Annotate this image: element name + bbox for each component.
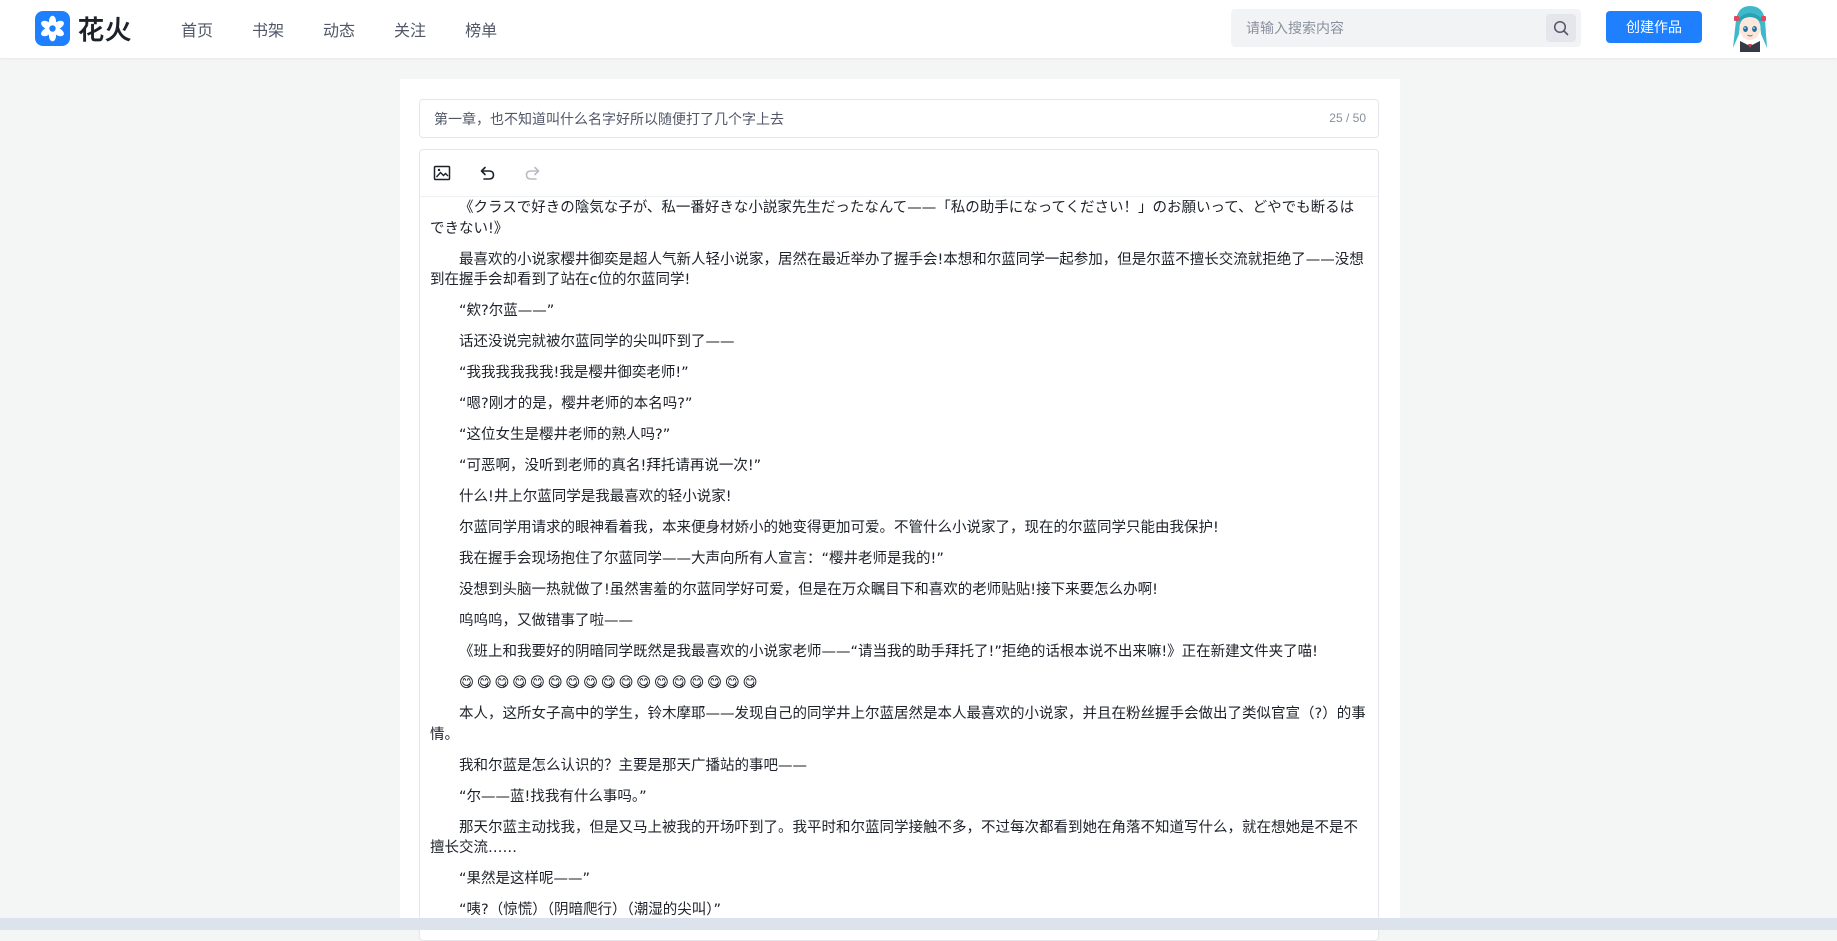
redo-icon <box>525 166 540 180</box>
emoji-paragraph: 😋😋😋😋😋😋😋😋😋😋😋😋😋😋😋😋😋 <box>459 675 761 691</box>
undo-icon <box>480 166 495 180</box>
create-work-button[interactable]: 创建作品 <box>1606 11 1702 43</box>
search-button[interactable] <box>1546 14 1576 42</box>
search-box <box>1231 9 1581 47</box>
window-bottom-edge <box>0 918 1837 930</box>
paragraph: 我在握手会现场抱住了尔蓝同学——大声向所有人宣言：“樱井老师是我的!” <box>459 551 944 567</box>
nav-feed[interactable]: 动态 <box>323 17 355 41</box>
paragraph: “我我我我我我!我是樱井御奕老师!” <box>459 365 689 381</box>
paragraph: “这位女生是樱井老师的熟人吗?” <box>459 427 671 443</box>
search-input[interactable] <box>1231 9 1546 47</box>
nav-following[interactable]: 关注 <box>394 17 426 41</box>
chapter-title-input[interactable] <box>420 100 1314 137</box>
paragraph: “果然是这样呢——” <box>459 871 591 887</box>
paragraph: 我和尔蓝是怎么认识的？主要是那天广播站的事吧—— <box>459 757 807 774</box>
paragraph: 本人，这所女子高中的学生，铃木摩耶——发现自己的同学井上尔蓝居然是本人最喜欢的小… <box>430 706 1366 743</box>
top-header: 花火 首页 书架 动态 关注 榜单 创建作品 <box>0 0 1837 58</box>
paragraph: 什么!井上尔蓝同学是我最喜欢的轻小说家! <box>459 489 732 505</box>
paragraph: “欸?尔蓝——” <box>459 303 555 319</box>
paragraph: 没想到头脑一热就做了!虽然害羞的尔蓝同学好可爱，但是在万众瞩目下和喜欢的老师贴贴… <box>459 582 1158 598</box>
paragraph: 呜呜呜，又做错事了啦—— <box>459 613 633 629</box>
redo-button[interactable] <box>522 162 544 184</box>
nav-home[interactable]: 首页 <box>181 17 213 41</box>
editor-toolbar <box>420 150 1378 197</box>
paragraph: 尔蓝同学用请求的眼神看着我，本来便身材娇小的她变得更加可爱。不管什么小说家了，现… <box>459 520 1219 536</box>
undo-button[interactable] <box>476 162 498 184</box>
paragraph: 《クラスで好きの陰気な子が、私一番好きな小説家先生だったなんて——「私の助手にな… <box>430 200 1355 237</box>
rich-text-editor[interactable]: 《クラスで好きの陰気な子が、私一番好きな小説家先生だったなんて——「私の助手にな… <box>419 149 1379 941</box>
site-logo[interactable]: 花火 <box>35 10 132 47</box>
flower-logo-icon <box>35 11 70 46</box>
nav-ranking[interactable]: 榜单 <box>465 17 497 41</box>
paragraph: 《班上和我要好的阴暗同学既然是我最喜欢的小说家老师——“请当我的助手拜托了!”拒… <box>459 644 1318 660</box>
nav-bookshelf[interactable]: 书架 <box>252 17 284 41</box>
chapter-title-box: 25 / 50 <box>419 99 1379 138</box>
paragraph: “嗯?刚才的是，樱井老师的本名吗?” <box>459 396 693 412</box>
image-icon <box>433 165 451 181</box>
main-nav: 首页 书架 动态 关注 榜单 <box>181 0 536 58</box>
paragraph: “尔——蓝!找我有什么事吗。” <box>459 788 647 805</box>
user-avatar[interactable] <box>1730 4 1770 52</box>
paragraph: 最喜欢的小说家樱井御奕是超人气新人轻小说家，居然在最近举办了握手会!本想和尔蓝同… <box>430 251 1364 289</box>
paragraph: 那天尔蓝主动找我，但是又马上被我的开场吓到了。我平时和尔蓝同学接触不多，不过每次… <box>430 819 1358 857</box>
search-icon <box>1553 20 1569 36</box>
paragraph: 话还没说完就被尔蓝同学的尖叫吓到了—— <box>459 334 735 350</box>
chapter-editor-card: 25 / 50 <box>400 79 1400 941</box>
paragraph: “可恶啊，没听到老师的真名!拜托请再说一次!” <box>459 458 762 474</box>
logo-text: 花火 <box>78 16 133 46</box>
title-char-count: 25 / 50 <box>1329 111 1366 125</box>
editor-content[interactable]: 《クラスで好きの陰気な子が、私一番好きな小説家先生だったなんて——「私の助手にな… <box>430 198 1366 931</box>
insert-image-button[interactable] <box>431 162 453 184</box>
